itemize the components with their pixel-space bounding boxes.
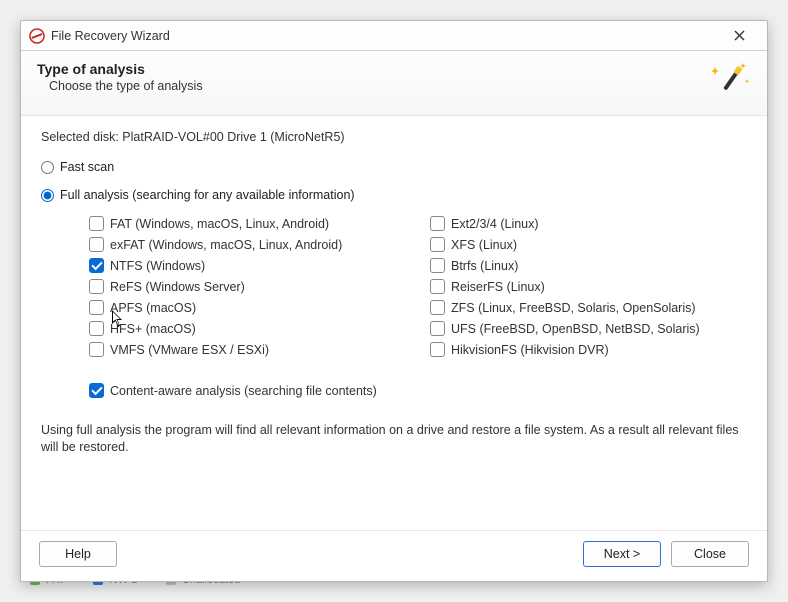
fs-checkbox-btrfs[interactable]: Btrfs (Linux) <box>430 258 747 273</box>
fs-checkbox-input-zfs[interactable] <box>430 300 445 315</box>
selected-disk-line: Selected disk: PlatRAID-VOL#00 Drive 1 (… <box>41 130 747 144</box>
fs-label-refs: ReFS (Windows Server) <box>110 280 245 294</box>
page-heading: Type of analysis <box>37 61 697 77</box>
fs-checkbox-input-hfsp[interactable] <box>89 321 104 336</box>
fs-checkbox-fat[interactable]: FAT (Windows, macOS, Linux, Android) <box>89 216 406 231</box>
app-icon <box>29 28 45 44</box>
close-window-button[interactable] <box>719 22 759 50</box>
fs-checkbox-xfs[interactable]: XFS (Linux) <box>430 237 747 252</box>
fs-checkbox-input-exfat[interactable] <box>89 237 104 252</box>
fs-checkbox-input-reiser[interactable] <box>430 279 445 294</box>
fs-checkbox-input-fat[interactable] <box>89 216 104 231</box>
fs-checkbox-exfat[interactable]: exFAT (Windows, macOS, Linux, Android) <box>89 237 406 252</box>
fs-checkbox-input-btrfs[interactable] <box>430 258 445 273</box>
fs-checkbox-input-ntfs[interactable] <box>89 258 104 273</box>
fs-checkbox-apfs[interactable]: APFS (macOS) <box>89 300 406 315</box>
fs-checkbox-input-ufs[interactable] <box>430 321 445 336</box>
fs-label-reiser: ReiserFS (Linux) <box>451 280 545 294</box>
fs-label-xfs: XFS (Linux) <box>451 238 517 252</box>
fs-label-exfat: exFAT (Windows, macOS, Linux, Android) <box>110 238 342 252</box>
explain-text: Using full analysis the program will fin… <box>41 422 747 456</box>
titlebar: File Recovery Wizard <box>21 21 767 51</box>
fs-checkbox-vmfs[interactable]: VMFS (VMware ESX / ESXi) <box>89 342 406 357</box>
fs-label-apfs: APFS (macOS) <box>110 301 196 315</box>
fs-checkbox-zfs[interactable]: ZFS (Linux, FreeBSD, Solaris, OpenSolari… <box>430 300 747 315</box>
fs-checkbox-input-refs[interactable] <box>89 279 104 294</box>
content-aware-checkbox[interactable]: Content-aware analysis (searching file c… <box>89 383 747 398</box>
window-title: File Recovery Wizard <box>51 29 719 43</box>
next-button[interactable]: Next > <box>583 541 661 567</box>
fs-checkbox-hfsp[interactable]: HFS+ (macOS) <box>89 321 406 336</box>
full-analysis-label: Full analysis (searching for any availab… <box>60 188 355 202</box>
fs-label-zfs: ZFS (Linux, FreeBSD, Solaris, OpenSolari… <box>451 301 696 315</box>
fs-checkbox-refs[interactable]: ReFS (Windows Server) <box>89 279 406 294</box>
wizard-icon <box>709 61 751 103</box>
fs-checkbox-input-hikfs[interactable] <box>430 342 445 357</box>
fs-checkbox-ntfs[interactable]: NTFS (Windows) <box>89 258 406 273</box>
full-analysis-radio-input[interactable] <box>41 189 54 202</box>
fs-checkbox-ext[interactable]: Ext2/3/4 (Linux) <box>430 216 747 231</box>
fs-checkbox-reiser[interactable]: ReiserFS (Linux) <box>430 279 747 294</box>
fs-checkbox-ufs[interactable]: UFS (FreeBSD, OpenBSD, NetBSD, Solaris) <box>430 321 747 336</box>
content-aware-checkbox-input[interactable] <box>89 383 104 398</box>
fs-checkbox-input-apfs[interactable] <box>89 300 104 315</box>
fs-label-btrfs: Btrfs (Linux) <box>451 259 518 273</box>
file-recovery-wizard-dialog: File Recovery Wizard Type of analysis Ch… <box>20 20 768 582</box>
fs-checkbox-input-xfs[interactable] <box>430 237 445 252</box>
fs-label-fat: FAT (Windows, macOS, Linux, Android) <box>110 217 329 231</box>
wizard-footer: Help Next > Close <box>21 530 767 581</box>
fast-scan-radio-input[interactable] <box>41 161 54 174</box>
wizard-header: Type of analysis Choose the type of anal… <box>21 51 767 116</box>
fs-checkbox-hikfs[interactable]: HikvisionFS (Hikvision DVR) <box>430 342 747 357</box>
wizard-body: Selected disk: PlatRAID-VOL#00 Drive 1 (… <box>21 116 767 530</box>
fs-checkbox-input-ext[interactable] <box>430 216 445 231</box>
fs-label-ext: Ext2/3/4 (Linux) <box>451 217 539 231</box>
content-aware-label: Content-aware analysis (searching file c… <box>110 384 377 398</box>
fast-scan-radio[interactable]: Fast scan <box>41 160 747 174</box>
fs-label-ntfs: NTFS (Windows) <box>110 259 205 273</box>
fast-scan-label: Fast scan <box>60 160 114 174</box>
fs-label-hikfs: HikvisionFS (Hikvision DVR) <box>451 343 609 357</box>
page-subheading: Choose the type of analysis <box>49 79 697 93</box>
fs-label-hfsp: HFS+ (macOS) <box>110 322 196 336</box>
close-button[interactable]: Close <box>671 541 749 567</box>
help-button[interactable]: Help <box>39 541 117 567</box>
fs-label-vmfs: VMFS (VMware ESX / ESXi) <box>110 343 269 357</box>
fs-checkbox-input-vmfs[interactable] <box>89 342 104 357</box>
fs-label-ufs: UFS (FreeBSD, OpenBSD, NetBSD, Solaris) <box>451 322 700 336</box>
filesystem-grid: FAT (Windows, macOS, Linux, Android) Ext2… <box>89 216 747 357</box>
full-analysis-radio[interactable]: Full analysis (searching for any availab… <box>41 188 747 202</box>
